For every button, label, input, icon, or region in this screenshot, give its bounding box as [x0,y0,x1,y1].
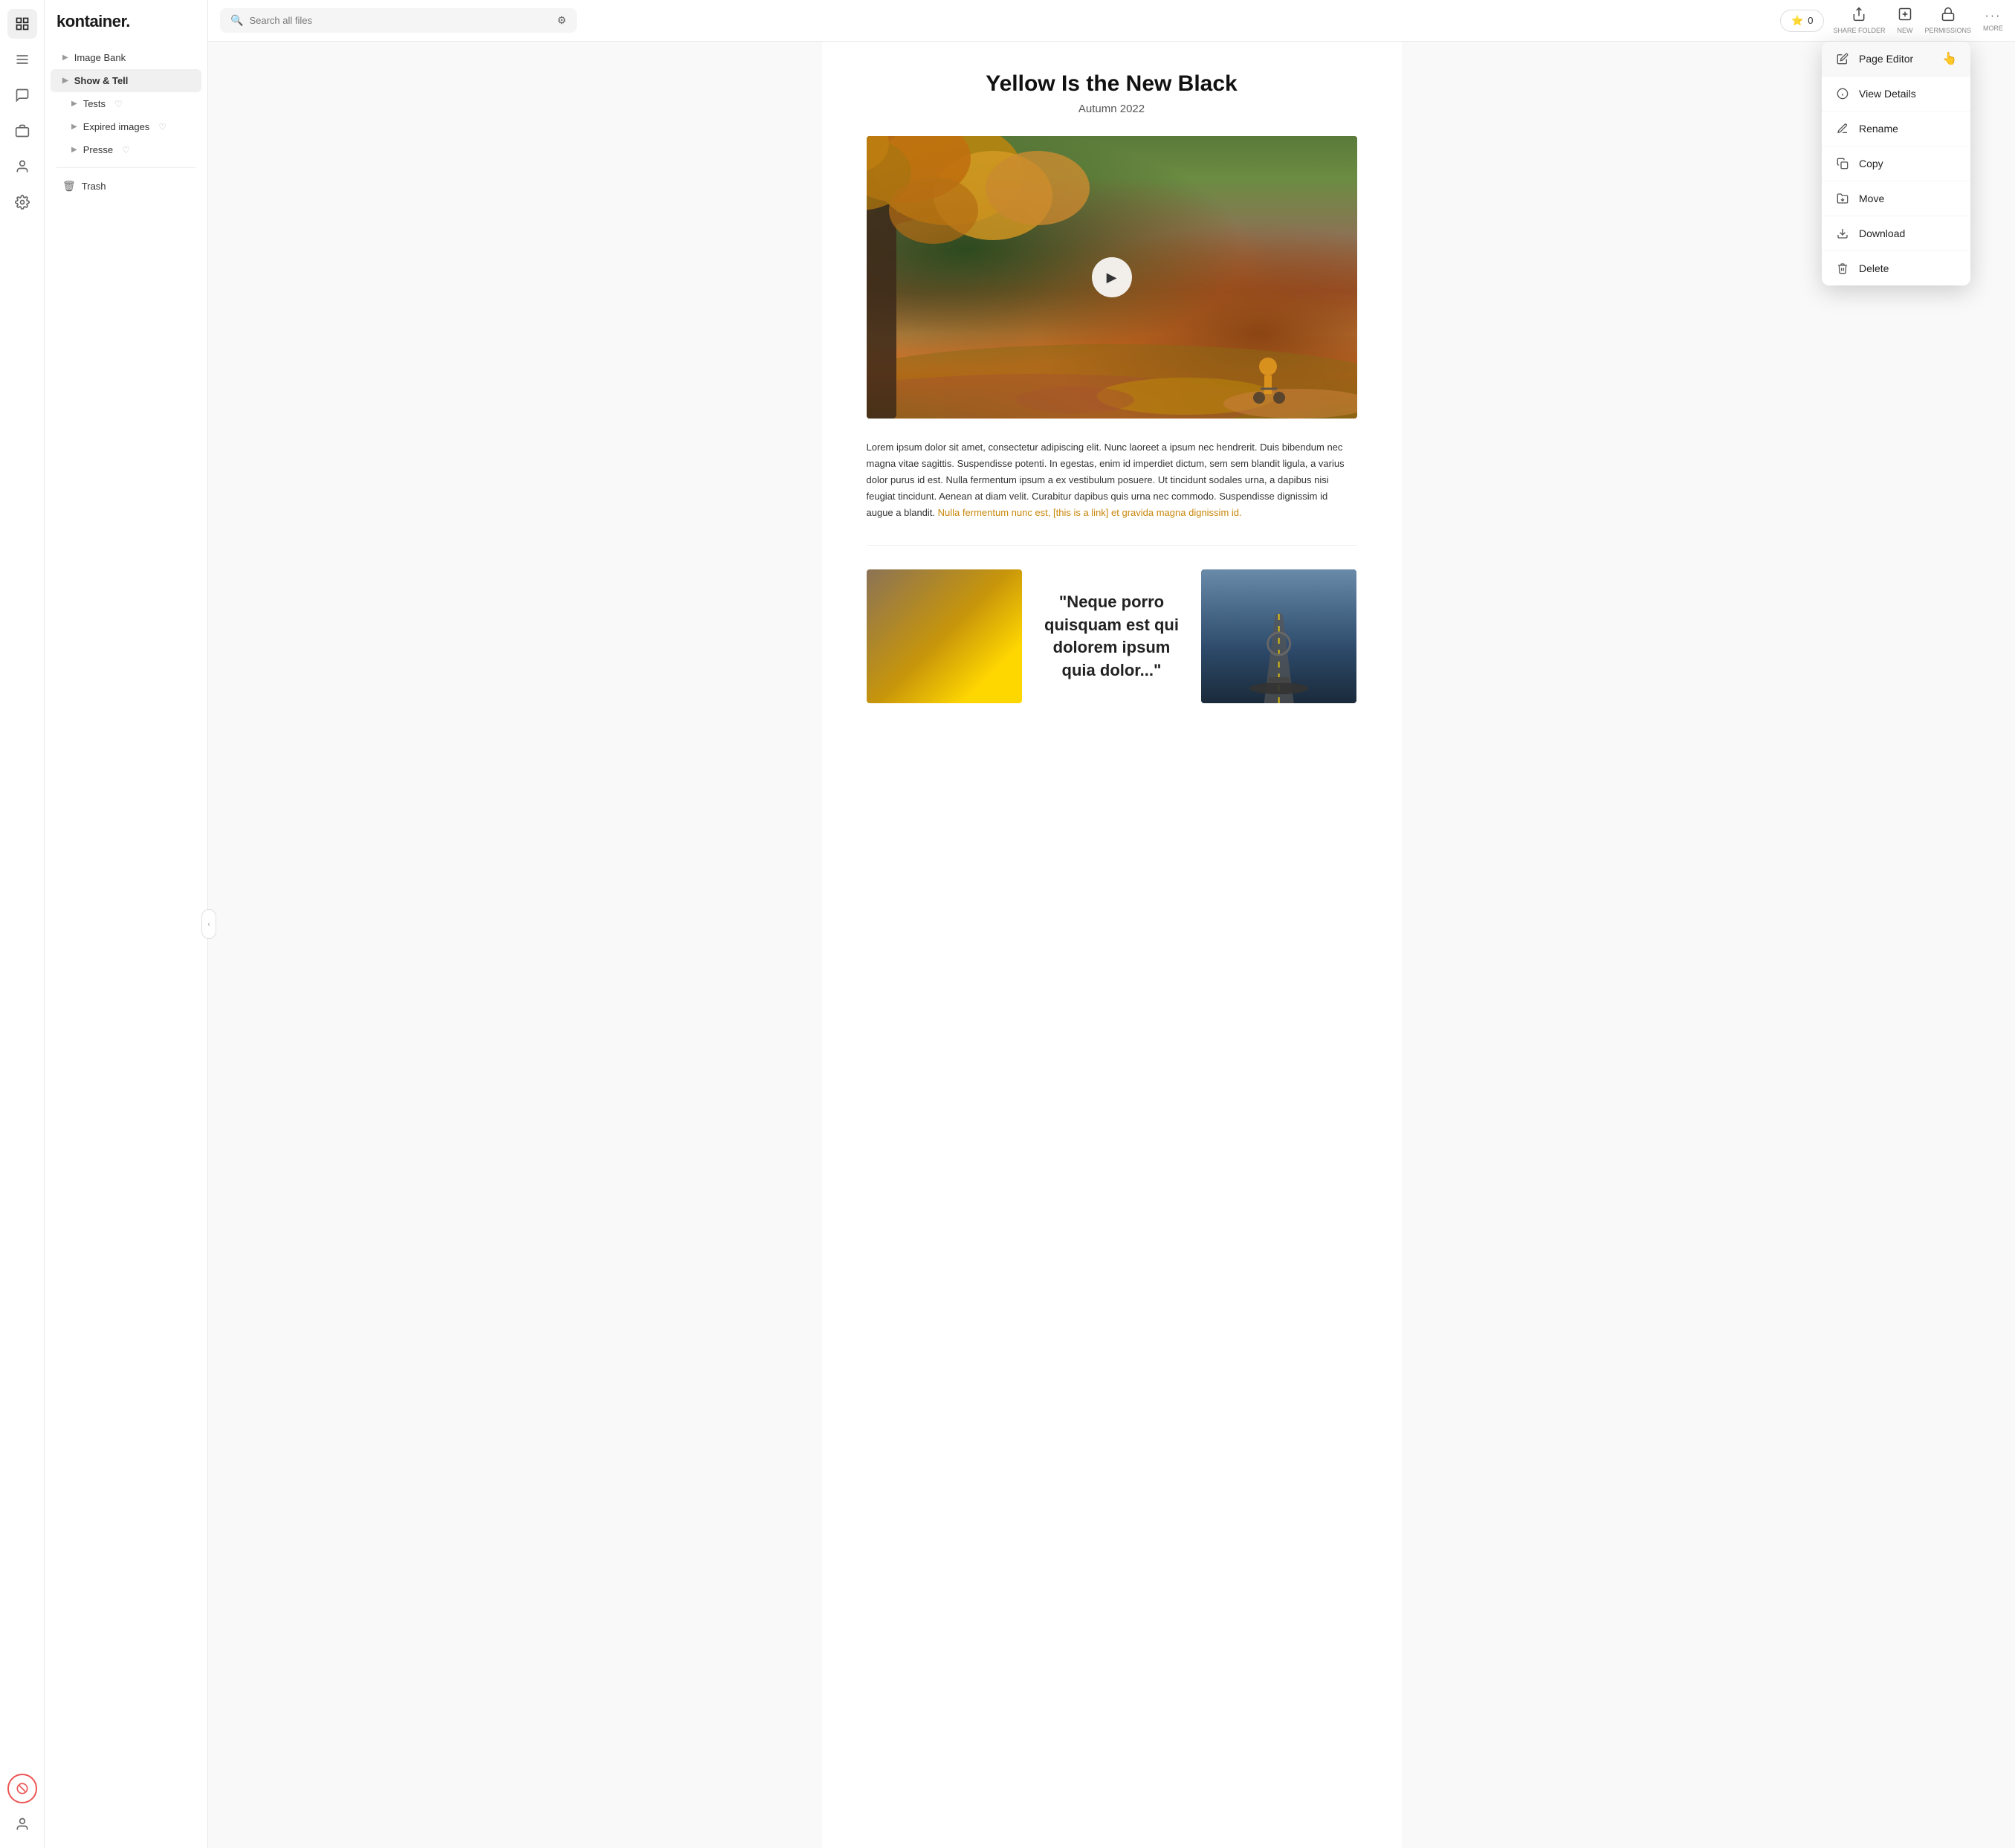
info-icon [1835,86,1850,101]
dropdown-item-label: Page Editor [1859,53,1913,65]
dropdown-item-move[interactable]: Move [1822,181,1970,216]
dropdown-item-rename[interactable]: Rename [1822,112,1970,146]
sidebar-item-label: Tests [83,98,106,109]
share-folder-label: SHARE FOLDER [1833,27,1885,34]
chevron-icon: ▶ [62,54,68,62]
chevron-icon: ▶ [71,146,77,154]
more-icon: ··· [1985,10,2002,23]
dropdown-item-view-details[interactable]: View Details [1822,77,1970,112]
sidebar-collapse-handle[interactable]: ‹ [201,909,216,939]
move-icon [1835,191,1850,206]
dropdown-item-label: Rename [1859,123,1898,135]
permissions-label: PERMISSIONS [1924,27,1971,34]
copy-icon [1835,156,1850,171]
chevron-icon: ▶ [62,77,68,85]
sidebar-icon-list[interactable] [7,45,37,74]
gallery-image-road [1201,569,1356,703]
new-label: NEW [1897,27,1912,34]
gallery-row: "Neque porro quisquam est qui dolorem ip… [867,569,1357,703]
page-content: Yellow Is the New Black Autumn 2022 [208,42,2015,1848]
share-icon [1851,7,1866,25]
sidebar-icon-chat[interactable] [7,80,37,110]
play-button[interactable]: ▶ [1092,257,1132,297]
dropdown-item-label: View Details [1859,88,1916,100]
sidebar-item-image-bank[interactable]: ▶ Image Bank [51,46,201,69]
permissions-action[interactable]: PERMISSIONS [1924,7,1971,34]
topbar: 🔍 ⚙ ⭐ 0 SHARE FOLDER [208,0,2015,42]
pencil-icon [1835,51,1850,66]
dropdown-menu: Page Editor 👆 View Details Rename Copy [1822,42,1970,285]
filter-icon[interactable]: ⚙ [557,14,566,27]
rename-icon [1835,121,1850,136]
star-icon: ⭐ [1791,15,1803,27]
sidebar-item-tests[interactable]: ▶ Tests ♡ [51,92,201,115]
sidebar-item-show-tell[interactable]: ▶ Show & Tell [51,69,201,92]
share-folder-action[interactable]: SHARE FOLDER [1833,7,1885,34]
more-label: MORE [1983,25,2003,32]
sidebar-item-label: Expired images [83,121,150,132]
delete-icon [1835,261,1850,276]
nav-divider [56,167,195,168]
dropdown-item-page-editor[interactable]: Page Editor 👆 [1822,42,1970,77]
new-icon [1898,7,1912,25]
sidebar-icon-user[interactable] [7,152,37,181]
search-input[interactable] [249,15,551,26]
dropdown-item-label: Copy [1859,158,1883,169]
heart-icon: ♡ [158,122,166,132]
heart-icon: ♡ [114,99,123,109]
sidebar-item-label: Show & Tell [74,75,129,86]
cursor-hand-icon: 👆 [1942,51,1957,66]
sidebar-icon-grid[interactable] [7,9,37,39]
dropdown-item-delete[interactable]: Delete [1822,251,1970,285]
bike-svg [867,569,1022,696]
sidebar-icon-help[interactable] [7,1774,37,1803]
nav-sidebar: kontainer. ▶ Image Bank ▶ Show & Tell ▶ … [45,0,208,1848]
sidebar-icon-account[interactable] [7,1809,37,1839]
sidebar-item-label: Presse [83,144,113,155]
dropdown-item-copy[interactable]: Copy [1822,146,1970,181]
search-icon: 🔍 [230,14,243,27]
dropdown-item-label: Move [1859,193,1884,204]
road-svg [1201,569,1356,703]
trash-icon: 🗑 [62,180,76,193]
sidebar-item-expired-images[interactable]: ▶ Expired images ♡ [51,115,201,138]
sidebar-item-presse[interactable]: ▶ Presse ♡ [51,138,201,161]
search-box[interactable]: 🔍 ⚙ [220,8,577,33]
sidebar-item-label: Image Bank [74,52,126,63]
favorites-count: 0 [1808,15,1813,26]
chevron-icon: ▶ [71,100,77,108]
page-container: Yellow Is the New Black Autumn 2022 [822,42,1402,1848]
more-action[interactable]: ··· MORE [1983,10,2003,32]
new-action[interactable]: NEW [1897,7,1912,34]
gallery-image-bike [867,569,1022,703]
sidebar-icon-settings[interactable] [7,187,37,217]
sidebar-item-trash[interactable]: 🗑 Trash [51,174,201,198]
download-icon [1835,226,1850,241]
main-area: 🔍 ⚙ ⭐ 0 SHARE FOLDER [208,0,2015,1848]
heart-icon: ♡ [122,145,130,155]
dropdown-item-label: Delete [1859,262,1889,274]
chevron-icon: ▶ [71,123,77,131]
permissions-icon [1941,7,1956,25]
dropdown-item-label: Download [1859,227,1905,239]
icon-sidebar [0,0,45,1848]
sidebar-icon-briefcase[interactable] [7,116,37,146]
favorites-button[interactable]: ⭐ 0 [1780,10,1824,32]
topbar-actions: SHARE FOLDER NEW PERMI [1833,7,2003,34]
dropdown-item-download[interactable]: Download [1822,216,1970,251]
sidebar-item-label: Trash [82,181,106,192]
app-logo: kontainer. [45,12,207,46]
